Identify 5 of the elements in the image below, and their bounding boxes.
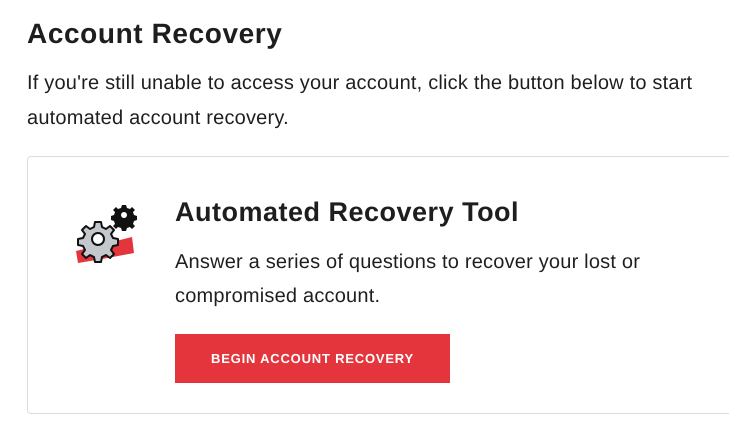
card-title: Automated Recovery Tool (175, 196, 520, 229)
card-description: Answer a series of questions to recover your lost or compromised account. (175, 250, 642, 309)
intro-text: If you're still unable to access your account, click the button below to start automated account recovery. (27, 71, 694, 131)
begin-recovery-button[interactable]: BEGIN ACCOUNT RECOVERY (175, 334, 450, 383)
section-heading: Account Recovery (27, 17, 284, 51)
